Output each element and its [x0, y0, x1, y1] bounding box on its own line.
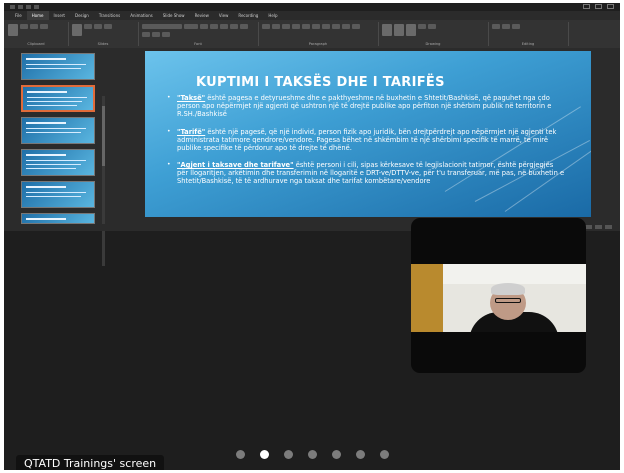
ribbon-group-label: Paragraph — [308, 42, 328, 46]
bullet-term: "Taksë" — [177, 94, 206, 102]
slide-thumbnail[interactable] — [21, 117, 95, 144]
tab-review[interactable]: Review — [190, 11, 214, 20]
page-dot[interactable] — [236, 450, 245, 459]
thumbnails-scrollbar[interactable] — [102, 96, 105, 266]
bullet-term: "Tarifë" — [177, 128, 206, 136]
ribbon-group-label: Drawing — [425, 42, 441, 46]
bullet-term: "Agjent i taksave dhe tarifave" — [177, 161, 294, 169]
slide-title: KUPTIMI I TAKSËS DHE I TARIFËS — [196, 75, 445, 90]
quick-access-toolbar[interactable] — [10, 5, 39, 9]
slide-thumbnail[interactable] — [21, 213, 95, 224]
page-dot[interactable] — [356, 450, 365, 459]
tab-recording[interactable]: Recording — [233, 11, 263, 20]
tab-help[interactable]: Help — [263, 11, 282, 20]
ribbon-group-label: Clipboard — [27, 42, 45, 46]
close-icon[interactable] — [607, 4, 614, 9]
tab-design[interactable]: Design — [70, 11, 94, 20]
paste-icon[interactable] — [8, 24, 18, 36]
page-dot[interactable] — [284, 450, 293, 459]
ribbon: Clipboard Slides Font Paragraph Drawing … — [4, 20, 620, 49]
tab-slide-show[interactable]: Slide Show — [158, 11, 190, 20]
ribbon-group-editing: Editing — [488, 22, 569, 46]
screen-share-label: QTATD Trainings' screen — [16, 455, 165, 470]
slide-thumbnail[interactable] — [21, 181, 95, 208]
bullet-text: është pagesa e detyrueshme dhe e pakthye… — [177, 94, 552, 119]
ribbon-group-font: Font — [138, 22, 259, 46]
tab-file[interactable]: File — [10, 11, 27, 20]
page-dot[interactable] — [308, 450, 317, 459]
ribbon-group-paragraph: Paragraph — [258, 22, 379, 46]
meeting-screen-share: File Home Insert Design Transitions Anim… — [4, 3, 620, 470]
tab-view[interactable]: View — [214, 11, 234, 20]
maximize-icon[interactable] — [595, 4, 602, 9]
tab-insert[interactable]: Insert — [49, 11, 70, 20]
ribbon-group-label: Editing — [521, 42, 535, 46]
title-bar — [4, 3, 620, 11]
participant-video-tile[interactable] — [411, 218, 586, 373]
page-dot[interactable] — [332, 450, 341, 459]
slide-thumbnail[interactable] — [21, 149, 95, 176]
page-indicator — [236, 450, 389, 459]
slide-thumbnail-selected[interactable] — [21, 85, 95, 112]
page-dot-active[interactable] — [260, 450, 269, 459]
new-slide-icon[interactable] — [72, 24, 82, 36]
minimize-icon[interactable] — [583, 4, 590, 9]
tab-transitions[interactable]: Transitions — [94, 11, 125, 20]
bullet-text: është një pagesë, që një individ, person… — [177, 128, 557, 153]
page-dot[interactable] — [380, 450, 389, 459]
ribbon-group-slides: Slides — [68, 22, 139, 46]
powerpoint-window: File Home Insert Design Transitions Anim… — [4, 3, 620, 266]
current-slide[interactable]: KUPTIMI I TAKSËS DHE I TARIFËS • "Taksë"… — [145, 51, 591, 217]
window-controls[interactable] — [583, 4, 614, 9]
ribbon-tabs: File Home Insert Design Transitions Anim… — [4, 11, 620, 20]
participant-video-feed — [411, 264, 586, 332]
ribbon-group-drawing: Drawing — [378, 22, 489, 46]
tab-home[interactable]: Home — [26, 11, 49, 20]
ribbon-group-clipboard: Clipboard — [4, 22, 69, 46]
slide-thumbnail[interactable] — [21, 53, 95, 80]
slide-thumbnails-panel — [4, 48, 108, 266]
ribbon-group-label: Slides — [97, 42, 109, 46]
ribbon-group-label: Font — [194, 42, 202, 46]
tab-animations[interactable]: Animations — [125, 11, 157, 20]
slide-editor: KUPTIMI I TAKSËS DHE I TARIFËS • "Taksë"… — [108, 48, 620, 224]
